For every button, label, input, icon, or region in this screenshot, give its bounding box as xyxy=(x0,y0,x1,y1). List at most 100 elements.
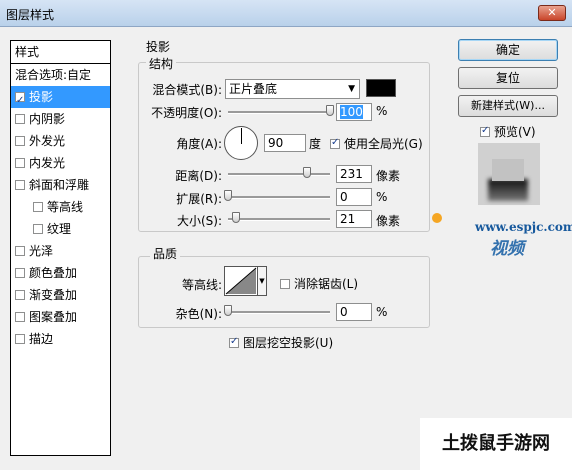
section-title: 投影 xyxy=(146,40,171,54)
anti-alias-label: 消除锯齿(L) xyxy=(294,277,359,291)
style-checkbox[interactable] xyxy=(15,90,25,112)
knockout-checkbox[interactable] xyxy=(229,336,239,348)
style-checkbox[interactable] xyxy=(15,289,25,300)
knockout-option[interactable]: 图层挖空投影(U) xyxy=(229,334,333,351)
style-list-item[interactable]: 斜面和浮雕 xyxy=(11,174,110,196)
style-list-item[interactable]: 颜色叠加 xyxy=(11,262,110,284)
close-button[interactable]: ✕ xyxy=(538,5,566,21)
angle-input[interactable]: 90 xyxy=(264,134,306,152)
style-checkbox[interactable] xyxy=(15,245,25,256)
style-list-item[interactable]: 内阴影 xyxy=(11,108,110,130)
contour-curve-icon xyxy=(225,267,257,295)
angle-unit: 度 xyxy=(309,137,322,151)
blend-mode-label: 混合模式(B): xyxy=(152,83,222,97)
opacity-slider-track[interactable] xyxy=(228,111,330,114)
distance-unit: 像素 xyxy=(376,169,401,183)
noise-slider-track[interactable] xyxy=(228,311,330,314)
style-checkbox[interactable] xyxy=(15,179,25,190)
style-item-label: 外发光 xyxy=(29,134,66,148)
blend-mode-select[interactable]: 正片叠底 ▼ xyxy=(225,79,360,99)
contour-picker[interactable] xyxy=(224,266,258,296)
preview-checkbox[interactable] xyxy=(480,125,490,137)
style-item-label: 内阴影 xyxy=(29,112,66,126)
blend-mode-value: 正片叠底 xyxy=(229,82,278,96)
style-item-label: 等高线 xyxy=(47,200,84,214)
size-slider-thumb[interactable] xyxy=(232,212,241,223)
style-checkbox[interactable] xyxy=(15,311,25,322)
style-list-item[interactable]: 纹理 xyxy=(11,218,110,240)
angle-dial[interactable] xyxy=(224,126,258,160)
opacity-input[interactable]: 100 xyxy=(336,103,372,121)
opacity-label: 不透明度(O): xyxy=(151,106,222,120)
styles-header[interactable]: 样式 xyxy=(11,41,110,64)
structure-legend: 结构 xyxy=(146,55,177,72)
style-item-label: 描边 xyxy=(29,332,54,346)
style-list-item[interactable]: 渐变叠加 xyxy=(11,284,110,306)
noise-label: 杂色(N): xyxy=(175,307,222,321)
distance-slider-thumb[interactable] xyxy=(302,167,311,178)
close-icon: ✕ xyxy=(547,6,557,19)
global-light-option[interactable]: 使用全局光(G) xyxy=(330,135,423,152)
style-list-item[interactable]: 外发光 xyxy=(11,130,110,152)
title-bar: 图层样式 ✕ xyxy=(0,0,572,27)
preview-label: 预览(V) xyxy=(494,125,536,139)
style-list-item[interactable]: 投影 xyxy=(11,86,110,112)
contour-dropdown-button[interactable]: ▼ xyxy=(258,266,267,296)
style-item-label: 渐变叠加 xyxy=(29,288,78,302)
preview-option[interactable]: 预览(V) xyxy=(480,123,536,140)
style-checkbox[interactable] xyxy=(15,333,25,344)
spread-unit: % xyxy=(376,190,388,204)
size-slider-track[interactable] xyxy=(228,218,330,221)
style-checkbox[interactable] xyxy=(33,223,43,234)
opacity-unit: % xyxy=(376,104,388,118)
anti-alias-checkbox[interactable] xyxy=(280,278,290,289)
watermark-url: www.espjc.com xyxy=(475,220,572,234)
style-list-item[interactable]: 描边 xyxy=(11,328,110,350)
size-unit: 像素 xyxy=(376,214,401,228)
style-checkbox[interactable] xyxy=(15,157,25,168)
style-checkbox[interactable] xyxy=(33,201,43,212)
style-list-item[interactable]: 图案叠加 xyxy=(11,306,110,328)
style-item-label: 斜面和浮雕 xyxy=(29,178,90,192)
spread-label: 扩展(R): xyxy=(176,192,222,206)
spread-input[interactable]: 0 xyxy=(336,188,372,206)
watermark-brand: 视频 xyxy=(490,239,524,259)
styles-list-panel: 样式 混合选项:自定投影内阴影外发光内发光斜面和浮雕等高线纹理光泽颜色叠加渐变叠… xyxy=(10,40,111,456)
spread-slider-track[interactable] xyxy=(228,196,330,199)
style-list-item[interactable]: 等高线 xyxy=(11,196,110,218)
style-item-label: 投影 xyxy=(29,90,54,104)
noise-slider-thumb[interactable] xyxy=(224,305,232,316)
distance-slider-track[interactable] xyxy=(228,173,330,176)
new-style-button[interactable]: 新建样式(W)... xyxy=(458,95,558,117)
anti-alias-option[interactable]: 消除锯齿(L) xyxy=(280,275,358,292)
style-list-item[interactable]: 混合选项:自定 xyxy=(11,64,110,86)
style-checkbox[interactable] xyxy=(15,113,25,124)
chevron-down-icon: ▼ xyxy=(348,84,355,94)
noise-input[interactable]: 0 xyxy=(336,303,372,321)
watermark-bulb-icon xyxy=(432,213,442,223)
chevron-down-icon: ▼ xyxy=(259,277,265,285)
opacity-slider-thumb[interactable] xyxy=(326,105,334,116)
style-list-item[interactable]: 内发光 xyxy=(11,152,110,174)
style-checkbox[interactable] xyxy=(15,267,25,278)
style-preview-swatch xyxy=(478,143,540,205)
style-item-label: 内发光 xyxy=(29,156,66,170)
shadow-color-swatch[interactable] xyxy=(366,79,396,97)
global-light-checkbox[interactable] xyxy=(330,137,340,149)
style-checkbox[interactable] xyxy=(15,135,25,146)
window-title: 图层样式 xyxy=(6,8,55,22)
style-item-label: 纹理 xyxy=(47,222,72,236)
style-item-label: 混合选项:自定 xyxy=(15,68,92,82)
noise-unit: % xyxy=(376,305,388,319)
style-item-label: 图案叠加 xyxy=(29,310,78,324)
style-item-label: 光泽 xyxy=(29,244,54,258)
size-label: 大小(S): xyxy=(176,214,222,228)
style-list-item[interactable]: 光泽 xyxy=(11,240,110,262)
spread-slider-thumb[interactable] xyxy=(224,190,232,201)
distance-label: 距离(D): xyxy=(175,169,222,183)
ok-button[interactable]: 确定 xyxy=(458,39,558,61)
distance-input[interactable]: 231 xyxy=(336,165,372,183)
size-input[interactable]: 21 xyxy=(336,210,372,228)
reset-button[interactable]: 复位 xyxy=(458,67,558,89)
style-item-label: 颜色叠加 xyxy=(29,266,78,280)
